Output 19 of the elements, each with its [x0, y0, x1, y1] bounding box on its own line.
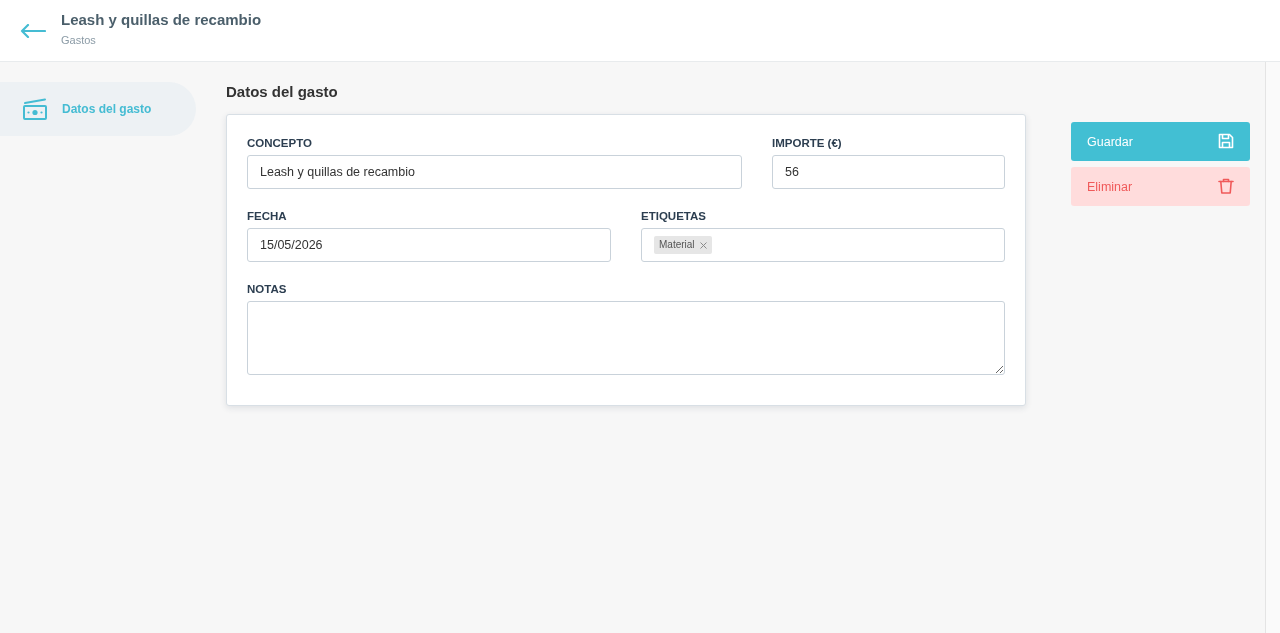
field-label: FECHA	[247, 209, 287, 224]
back-button[interactable]	[20, 23, 46, 38]
tags-field[interactable]: Material	[641, 228, 1005, 262]
banknote-icon	[22, 98, 48, 120]
save-icon	[1218, 133, 1234, 150]
trash-icon	[1218, 178, 1234, 195]
field-label: IMPORTE (€)	[772, 136, 842, 151]
tag-label: Material	[659, 238, 695, 252]
remove-icon[interactable]	[699, 241, 707, 249]
field-label: NOTAS	[247, 282, 287, 297]
input-field[interactable]: 56	[772, 155, 1005, 189]
notes-field[interactable]	[247, 301, 1005, 375]
input-field[interactable]: Leash y quillas de recambio	[247, 155, 742, 189]
section-title: Datos del gasto	[226, 82, 339, 102]
field-label: CONCEPTO	[247, 136, 312, 151]
page-title: Leash y quillas de recambio	[61, 10, 262, 29]
left-arrow-icon	[20, 23, 46, 38]
input-field[interactable]: 15/05/2026	[247, 228, 611, 262]
field-label: ETIQUETAS	[641, 209, 706, 224]
